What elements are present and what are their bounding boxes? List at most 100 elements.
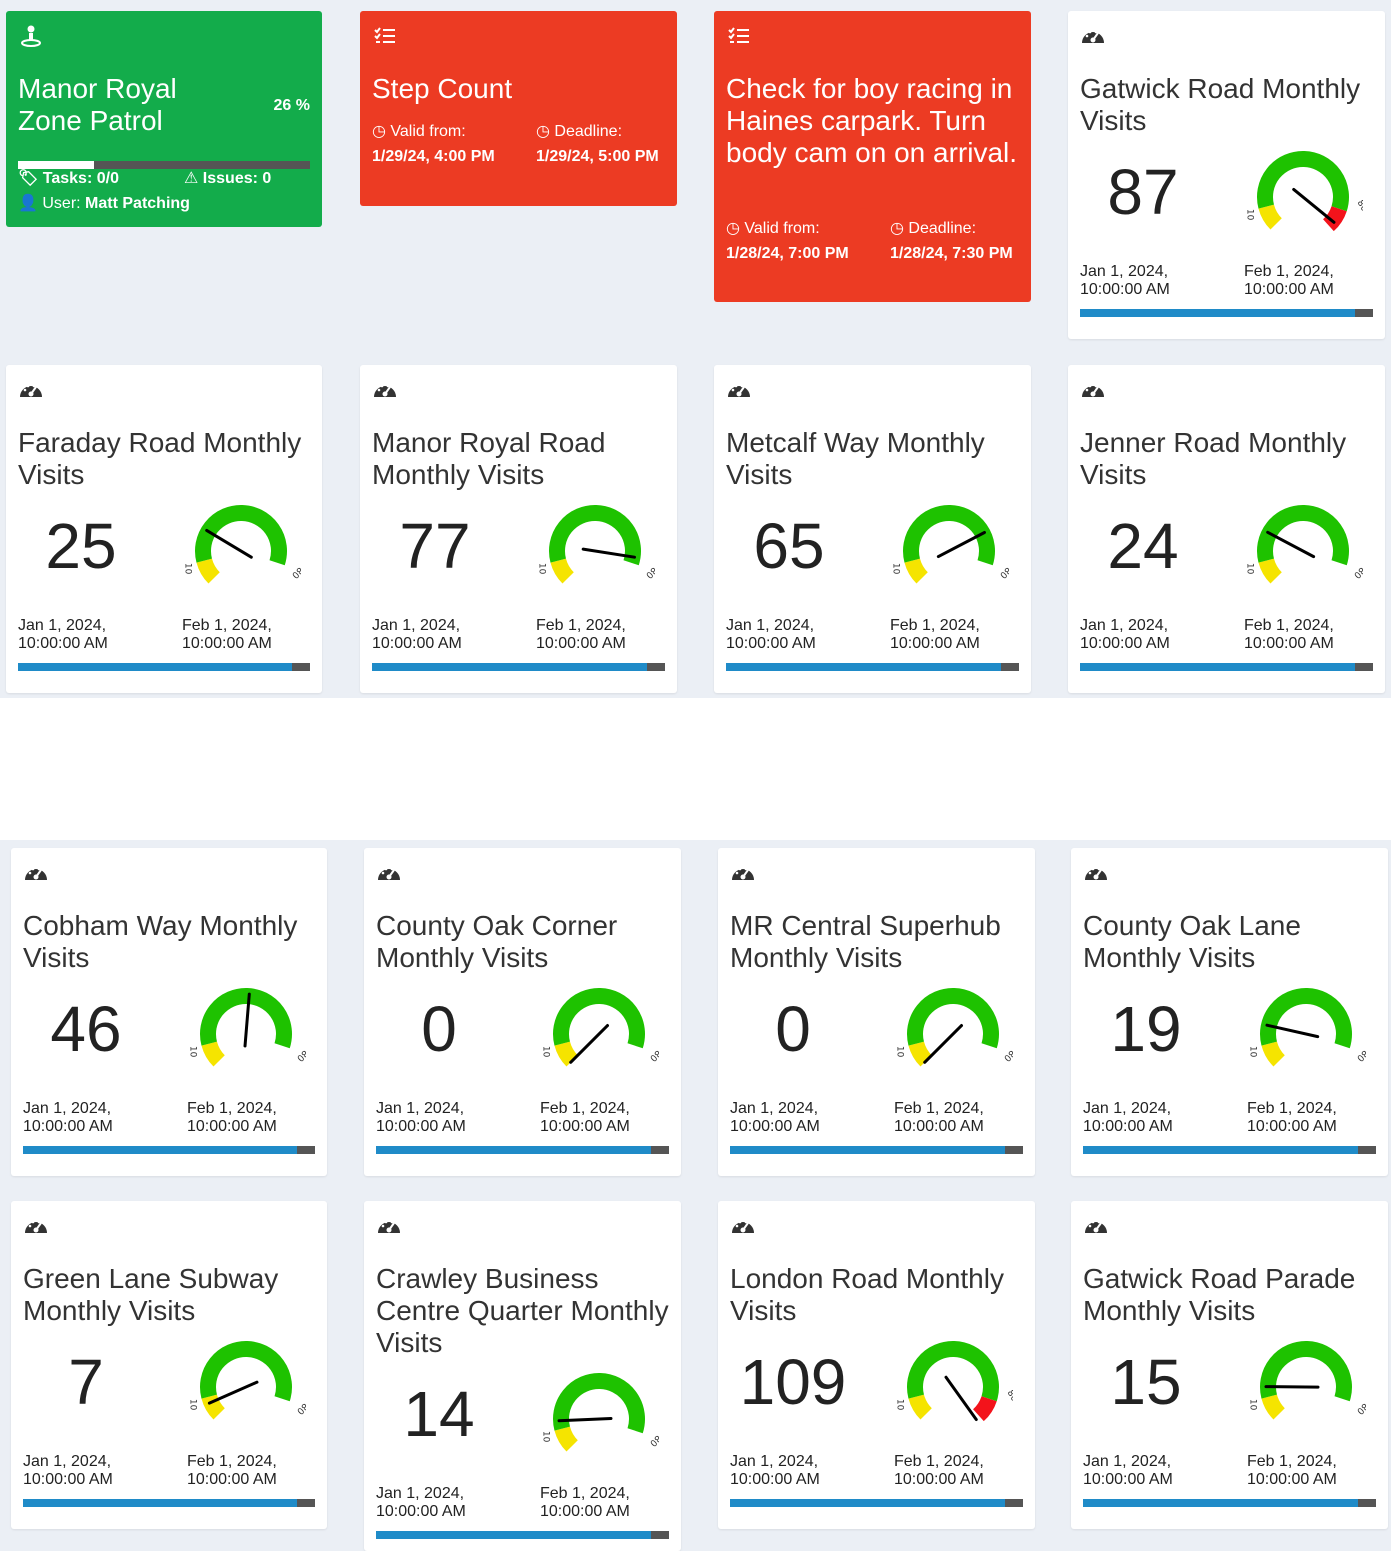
meter-progress-fill [372, 663, 648, 671]
meter-progress-bar [1080, 309, 1373, 317]
gauge-max-label: 80 [997, 565, 1009, 580]
meter-value: 14 [403, 1378, 475, 1450]
gauge-min-label: 10 [1248, 1399, 1258, 1411]
task-card-step-count[interactable]: Step Count ◷ Valid from: 1/29/24, 4:00 P… [360, 11, 677, 206]
start-date: Jan 1, 2024, 10:00:00 AM [1080, 617, 1170, 652]
meter-card[interactable]: Jenner Road Monthly Visits 24 10 80 Jan 1, 2… [1068, 365, 1385, 693]
meter-progress-fill [18, 663, 293, 671]
end-date: Feb 1, 2024, 10:00:00 AM [1247, 1453, 1337, 1488]
person-pin-icon [18, 23, 44, 49]
end-date: Feb 1, 2024, 10:00:00 AM [890, 617, 980, 652]
meter-card[interactable]: County Oak Lane Monthly Visits 19 10 80 Jan … [1071, 848, 1388, 1176]
start-date: Jan 1, 2024, 10:00:00 AM [376, 1485, 466, 1520]
gauge-max-label: 80 [1354, 1401, 1366, 1416]
gauge-needle [944, 1375, 978, 1422]
deadline-label: Deadline: [908, 220, 977, 237]
meter-card[interactable]: MR Central Superhub Monthly Visits 0 10 80 J… [718, 848, 1035, 1176]
gauge-green-band [553, 1373, 645, 1434]
meter-card[interactable]: Green Lane Subway Monthly Visits 7 10 80 Jan… [11, 1201, 327, 1529]
gauge: 10 80 [895, 988, 1017, 1067]
meter-card[interactable]: Gatwick Road Monthly Visits 87 10 80 Jan 1, … [1068, 11, 1385, 339]
meter-title: Green Lane Subway Monthly Visits [23, 1263, 279, 1326]
gauge-yellow-band [904, 558, 929, 584]
deadline-value: 1/29/24, 5:00 PM [536, 148, 659, 165]
end-date: Feb 1, 2024, 10:00:00 AM [187, 1100, 277, 1135]
gauge: 10 80 [183, 505, 305, 584]
meter-progress-fill [1083, 1499, 1359, 1507]
gauge-yellow-band [1261, 1394, 1286, 1420]
meter-progress-fill [1080, 663, 1356, 671]
dashboard-section-bottom: Cobham Way Monthly Visits 46 10 80 Jan 1, 20… [0, 840, 1391, 1551]
meter-progress-bar [730, 1499, 1023, 1507]
gauge-yellow-band [1258, 558, 1283, 584]
deadline-label: Deadline: [554, 123, 623, 140]
task-valid-from: ◷ Valid from: 1/29/24, 4:00 PM [372, 119, 522, 169]
patrol-tasks-text: Tasks: 0/0 [42, 170, 119, 187]
meter-title: Cobham Way Monthly Visits [23, 910, 298, 973]
speedometer-icon [1083, 1213, 1109, 1239]
start-date: Jan 1, 2024, 10:00:00 AM [23, 1453, 113, 1488]
end-date: Feb 1, 2024, 10:00:00 AM [894, 1453, 984, 1488]
tag-icon: 🏷 [18, 170, 39, 187]
meter-progress-fill [726, 663, 1002, 671]
task-card-boy-racing[interactable]: Check for boy racing in Haines carpark. … [714, 11, 1031, 302]
meter-value: 24 [1107, 510, 1179, 582]
meter-progress-bar [1083, 1146, 1376, 1154]
meter-value: 87 [1107, 156, 1179, 228]
end-date: Feb 1, 2024, 10:00:00 AM [540, 1485, 630, 1520]
gauge: 10 80 [891, 505, 1013, 584]
meter-title: Faraday Road Monthly Visits [18, 427, 302, 490]
gauge-container: 10 80 [893, 978, 1017, 1093]
deadline-value: 1/28/24, 7:30 PM [890, 245, 1013, 262]
speedometer-icon [730, 860, 756, 886]
gauge: 10 80 [188, 1341, 310, 1420]
gauge-min-label: 10 [891, 563, 901, 575]
gauge-max-label: 80 [647, 1048, 659, 1063]
patrol-card[interactable]: Manor Royal Zone Patrol 26 % 🏷 Tasks: 0/… [6, 11, 322, 227]
meter-card[interactable]: County Oak Corner Monthly Visits 0 10 80 Jan… [364, 848, 681, 1176]
speedometer-icon [376, 1213, 402, 1239]
meter-progress-bar [23, 1499, 315, 1507]
meter-title: London Road Monthly Visits [730, 1263, 1004, 1326]
gauge-max-label: 80 [1355, 199, 1363, 214]
meter-progress-fill [376, 1146, 652, 1154]
start-date: Jan 1, 2024, 10:00:00 AM [730, 1100, 820, 1135]
task-valid-from: ◷ Valid from: 1/28/24, 7:00 PM [726, 216, 876, 266]
meter-title: Gatwick Road Parade Monthly Visits [1083, 1263, 1356, 1326]
gauge-yellow-band [1261, 1041, 1286, 1067]
meter-progress-fill [23, 1499, 298, 1507]
meter-value: 25 [45, 510, 117, 582]
meter-card[interactable]: Manor Royal Road Monthly Visits 77 10 80 Jan… [360, 365, 677, 693]
valid-value: 1/29/24, 4:00 PM [372, 148, 495, 165]
clock-icon: ◷ [372, 123, 386, 140]
gauge-needle [1292, 187, 1336, 224]
gauge: 10 80 [1245, 151, 1369, 232]
gauge-max-label: 80 [1351, 565, 1363, 580]
meter-progress-fill [1080, 309, 1356, 317]
meter-title: Jenner Road Monthly Visits [1080, 427, 1347, 490]
gauge-min-label: 10 [1245, 209, 1255, 221]
gauge: 10 80 [1248, 988, 1370, 1067]
meter-card[interactable]: Gatwick Road Parade Monthly Visits 15 10 80… [1071, 1201, 1388, 1529]
meter-card[interactable]: Faraday Road Monthly Visits 25 10 80 Jan 1, … [6, 365, 322, 693]
meter-card[interactable]: London Road Monthly Visits 109 10 80 Jan 1, … [718, 1201, 1035, 1529]
clock-icon: ◷ [890, 220, 904, 237]
valid-label: Valid from: [744, 220, 820, 237]
meter-card[interactable]: Metcalf Way Monthly Visits 65 10 80 Jan 1, 2… [714, 365, 1031, 693]
gauge-green-band [200, 1341, 292, 1402]
gauge-container: 10 80 [181, 495, 305, 610]
meter-progress-bar [1080, 663, 1373, 671]
meter-value: 65 [753, 510, 825, 582]
meter-value: 0 [775, 993, 811, 1065]
speedometer-icon [1080, 23, 1106, 49]
patrol-issues: ⚠ Issues: 0 [184, 166, 271, 191]
patrol-user-name: Matt Patching [85, 195, 190, 212]
meter-card[interactable]: Cobham Way Monthly Visits 46 10 80 Jan 1, 20… [11, 848, 327, 1176]
meter-value: 46 [50, 993, 122, 1065]
end-date: Feb 1, 2024, 10:00:00 AM [894, 1100, 984, 1135]
meter-progress-bar [730, 1146, 1023, 1154]
meter-card[interactable]: Crawley Business Centre Quarter Monthly … [364, 1201, 681, 1551]
valid-label: Valid from: [390, 123, 466, 140]
gauge-needle [205, 528, 253, 559]
gauge-green-band [195, 505, 287, 566]
